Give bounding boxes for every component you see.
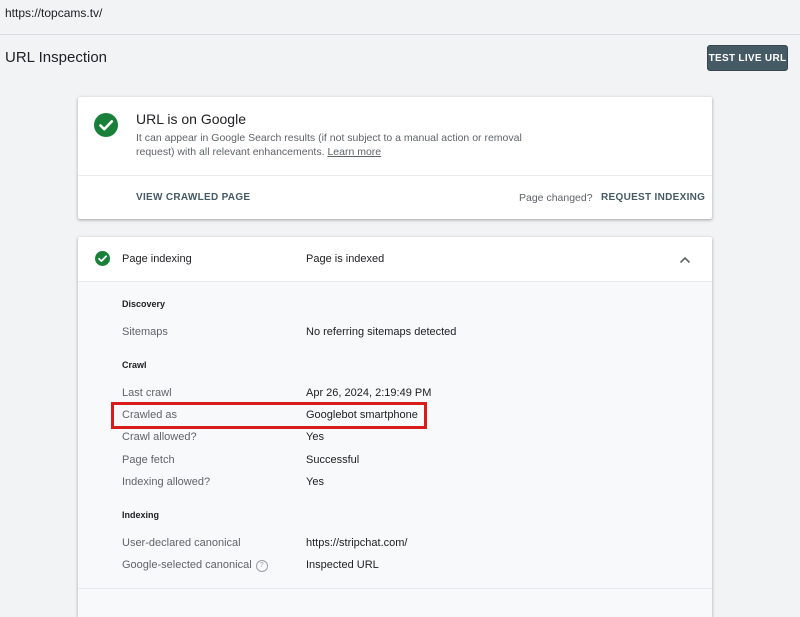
google-canonical-value: Inspected URL (306, 559, 379, 571)
indexing-allowed-value: Yes (306, 476, 324, 488)
details-top-divider (78, 281, 712, 282)
crawled-as-label: Crawled as (122, 409, 178, 421)
sitemaps-label: Sitemaps (122, 326, 168, 338)
indexing-allowed-label: Indexing allowed? (122, 476, 211, 488)
page-changed-text: Page changed? (519, 192, 593, 204)
chevron-up-icon[interactable] (678, 253, 692, 267)
page-fetch-label: Page fetch (122, 454, 175, 466)
inspected-url[interactable]: https://topcams.tv/ (5, 6, 102, 20)
crawled-as-value: Googlebot smartphone (306, 409, 418, 421)
url-bar: https://topcams.tv/ (0, 0, 800, 35)
check-circle-icon (95, 251, 110, 266)
status-heading: URL is on Google (136, 111, 246, 127)
status-card-divider (78, 175, 712, 176)
details-bottom-divider (78, 588, 712, 589)
last-crawl-label: Last crawl (122, 387, 172, 399)
help-circle-icon[interactable]: ? (255, 560, 268, 572)
page-indexing-label[interactable]: Page indexing (122, 253, 192, 265)
crawl-section-title: Crawl (122, 360, 147, 370)
discovery-section-title: Discovery (122, 299, 166, 309)
page-fetch-value: Successful (306, 454, 360, 466)
request-indexing-button[interactable]: REQUEST INDEXING (601, 192, 705, 203)
user-canonical-value: https://stripchat.com/ (306, 537, 408, 549)
sitemaps-value: No referring sitemaps detected (306, 326, 457, 338)
status-description: It can appear in Google Search results (… (136, 131, 556, 159)
indexing-details: Discovery Sitemaps No referring sitemaps… (78, 281, 712, 617)
test-live-url-button[interactable]: TEST LIVE URL (707, 45, 788, 71)
crawl-allowed-label: Crawl allowed? (122, 431, 197, 443)
page-indexing-status: Page is indexed (306, 253, 385, 265)
last-crawl-value: Apr 26, 2024, 2:19:49 PM (306, 387, 432, 399)
crawl-allowed-value: Yes (306, 431, 324, 443)
page-indexing-card: Page indexing Page is indexed Discovery … (78, 237, 712, 617)
google-canonical-label: Google-selected canonical (122, 559, 252, 571)
url-status-card: URL is on Google It can appear in Google… (78, 97, 712, 219)
check-circle-icon (94, 113, 118, 137)
learn-more-link[interactable]: Learn more (327, 146, 381, 158)
google-canonical-row: Google-selected canonical? (122, 559, 268, 572)
user-canonical-label: User-declared canonical (122, 537, 241, 549)
view-crawled-page-button[interactable]: VIEW CRAWLED PAGE (136, 192, 250, 203)
indexing-section-title: Indexing (122, 510, 160, 520)
page-title: URL Inspection (5, 49, 107, 66)
